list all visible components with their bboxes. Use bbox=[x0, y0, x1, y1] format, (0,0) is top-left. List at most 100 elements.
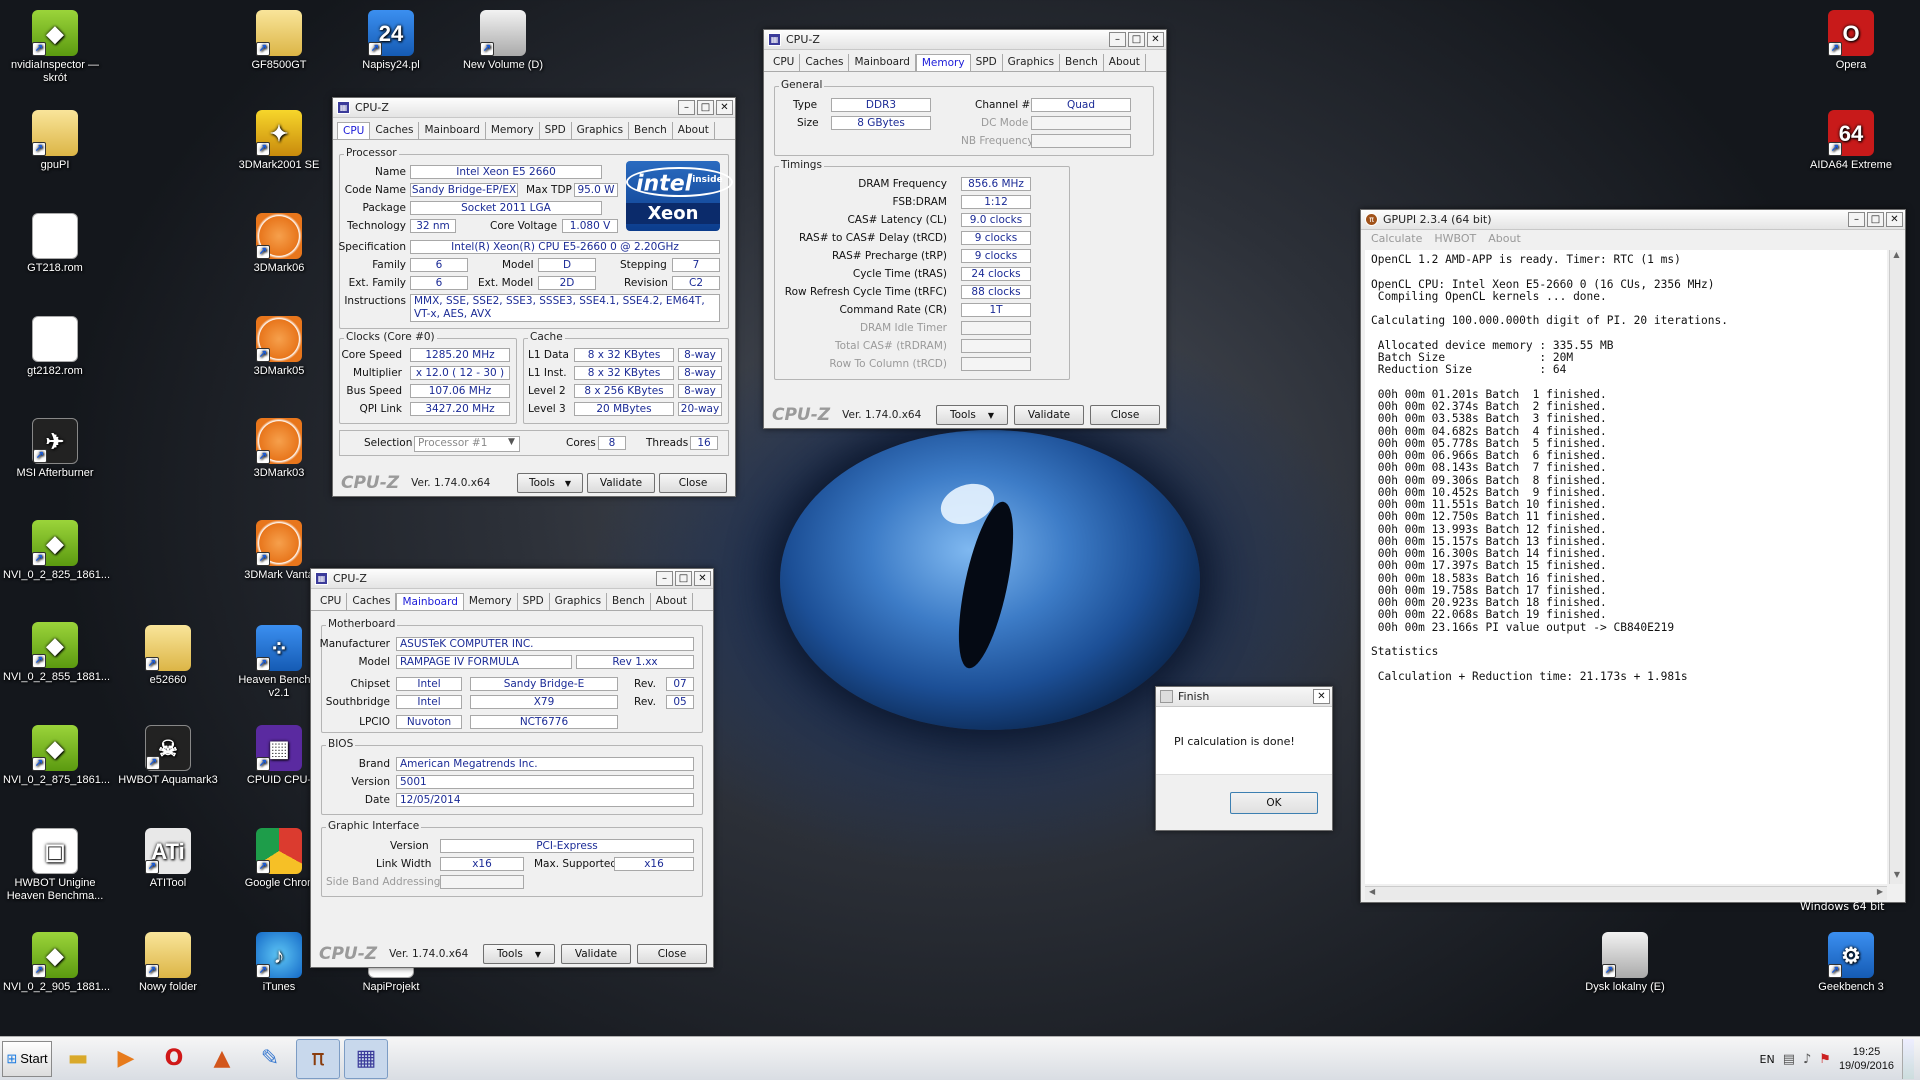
taskbar-paint[interactable]: ✎ bbox=[248, 1039, 292, 1079]
tools-button[interactable]: Tools ▼ bbox=[936, 405, 1008, 425]
tab-bench[interactable]: Bench bbox=[607, 593, 651, 610]
action-center-icon[interactable]: ⚑ bbox=[1819, 1052, 1831, 1067]
validate-button[interactable]: Validate bbox=[587, 473, 655, 493]
tab-cpu[interactable]: CPU bbox=[315, 593, 348, 610]
tab-about[interactable]: About bbox=[673, 122, 715, 139]
tab-caches[interactable]: Caches bbox=[347, 593, 397, 610]
close-window-button[interactable]: ✕ bbox=[694, 571, 711, 586]
tab-cpu[interactable]: CPU bbox=[337, 122, 371, 139]
network-icon[interactable]: ▤ bbox=[1783, 1052, 1795, 1067]
desktop-icon-hwbot-unigine[interactable]: ▣ HWBOT Unigine Heaven Benchma... bbox=[3, 828, 107, 903]
minimize-button[interactable]: – bbox=[656, 571, 673, 586]
maximize-button[interactable]: □ bbox=[697, 100, 714, 115]
desktop-icon-nvi-855[interactable]: ◆ ↗ NVI_0_2_855_1881... bbox=[3, 622, 110, 684]
tab-mainboard[interactable]: Mainboard bbox=[419, 122, 486, 139]
desktop-icon-gt218[interactable]: GT218.rom bbox=[3, 213, 107, 275]
desktop-icon-nvi-825[interactable]: ◆ ↗ NVI_0_2_825_1861... bbox=[3, 520, 110, 582]
desktop-icon-gpupi[interactable]: ↗ gpuPI bbox=[3, 110, 107, 172]
titlebar[interactable]: π GPUPI 2.3.4 (64 bit) – □ ✕ bbox=[1361, 210, 1905, 230]
tab-bench[interactable]: Bench bbox=[1060, 54, 1104, 71]
taskbar-explorer[interactable]: ▬ bbox=[56, 1039, 100, 1079]
desktop-icon-new-volume[interactable]: ↗ New Volume (D) bbox=[451, 10, 555, 72]
desktop-icon-3dmark2001[interactable]: ✦ ↗ 3DMark2001 SE bbox=[227, 110, 331, 172]
tools-button[interactable]: Tools ▼ bbox=[483, 944, 555, 964]
desktop-icon-nvi-905[interactable]: ◆ ↗ NVI_0_2_905_1881... bbox=[3, 932, 110, 994]
close-window-button[interactable]: ✕ bbox=[1886, 212, 1903, 227]
desktop-icon-geekbench[interactable]: ⚙ ↗ Geekbench 3 bbox=[1799, 932, 1903, 994]
validate-button[interactable]: Validate bbox=[561, 944, 631, 964]
desktop-icon-gf8500gt[interactable]: ↗ GF8500GT bbox=[227, 10, 331, 72]
desktop-icon-gt2182[interactable]: gt2182.rom bbox=[3, 316, 107, 378]
scroll-up-arrow[interactable]: ▲ bbox=[1890, 250, 1903, 264]
horizontal-scrollbar[interactable]: ◀ ▶ bbox=[1365, 886, 1887, 900]
close-window-button[interactable]: ✕ bbox=[716, 100, 733, 115]
desktop-icon-nvidia-inspector[interactable]: ◆ ↗ nvidiaInspector — skrót bbox=[3, 10, 107, 85]
menu-calculate[interactable]: Calculate bbox=[1371, 232, 1422, 246]
titlebar[interactable]: ▦ CPU-Z – □ ✕ bbox=[333, 98, 735, 118]
close-window-button[interactable]: ✕ bbox=[1147, 32, 1164, 47]
processor-select[interactable]: Processor #1 bbox=[414, 436, 520, 452]
close-window-button[interactable]: ✕ bbox=[1313, 689, 1330, 704]
menu-hwbot[interactable]: HWBOT bbox=[1434, 232, 1476, 246]
tab-caches[interactable]: Caches bbox=[800, 54, 850, 71]
desktop-icon-napisy24[interactable]: 24 ↗ Napisy24.pl bbox=[339, 10, 443, 72]
start-button[interactable]: ⊞ Start bbox=[2, 1040, 52, 1077]
clock[interactable]: 19:25 19/09/2016 bbox=[1839, 1045, 1894, 1073]
minimize-button[interactable]: – bbox=[1848, 212, 1865, 227]
tab-about[interactable]: About bbox=[1104, 54, 1146, 71]
maximize-button[interactable]: □ bbox=[1867, 212, 1884, 227]
volume-icon[interactable]: ♪ bbox=[1803, 1052, 1811, 1067]
desktop-icon-e52660[interactable]: ↗ e52660 bbox=[116, 625, 220, 687]
tab-graphics[interactable]: Graphics bbox=[572, 122, 630, 139]
menu-about[interactable]: About bbox=[1488, 232, 1521, 246]
desktop-icon-3dmark06[interactable]: ↗ 3DMark06 bbox=[227, 213, 331, 275]
titlebar[interactable]: ▦ CPU-Z – □ ✕ bbox=[764, 30, 1166, 50]
tab-spd[interactable]: SPD bbox=[540, 122, 572, 139]
desktop-icon-atitool[interactable]: ATi ↗ ATITool bbox=[116, 828, 220, 890]
validate-button[interactable]: Validate bbox=[1014, 405, 1084, 425]
desktop-icon-hwbot-aquamark[interactable]: ☠ ↗ HWBOT Aquamark3 bbox=[116, 725, 220, 787]
taskbar-matlab[interactable]: ▲ bbox=[200, 1039, 244, 1079]
tab-spd[interactable]: SPD bbox=[971, 54, 1003, 71]
taskbar-opera[interactable]: O bbox=[152, 1039, 196, 1079]
taskbar-cpuz[interactable]: ▦ bbox=[344, 1038, 388, 1079]
desktop-icon-nowy-folder[interactable]: ↗ Nowy folder bbox=[116, 932, 220, 994]
tab-memory[interactable]: Memory bbox=[486, 122, 540, 139]
tab-memory[interactable]: Memory bbox=[464, 593, 518, 610]
tab-mainboard[interactable]: Mainboard bbox=[396, 593, 464, 610]
vertical-scrollbar[interactable]: ▲ ▼ bbox=[1889, 250, 1903, 884]
desktop-icon-3dmark05[interactable]: ↗ 3DMark05 bbox=[227, 316, 331, 378]
scroll-left-arrow[interactable]: ◀ bbox=[1369, 887, 1375, 896]
maximize-button[interactable]: □ bbox=[675, 571, 692, 586]
tab-graphics[interactable]: Graphics bbox=[550, 593, 608, 610]
titlebar[interactable]: Finish ✕ bbox=[1156, 687, 1332, 707]
desktop-icon-aida64[interactable]: 64 ↗ AIDA64 Extreme bbox=[1799, 110, 1903, 172]
show-desktop-button[interactable] bbox=[1902, 1039, 1914, 1079]
close-button[interactable]: Close bbox=[637, 944, 707, 964]
minimize-button[interactable]: – bbox=[678, 100, 695, 115]
language-indicator[interactable]: EN bbox=[1760, 1053, 1775, 1066]
tools-button[interactable]: Tools ▼ bbox=[517, 473, 583, 493]
desktop-icon-opera[interactable]: O ↗ Opera bbox=[1799, 10, 1903, 72]
desktop-icon-dysk-lokalny[interactable]: ↗ Dysk lokalny (E) bbox=[1573, 932, 1677, 994]
tab-graphics[interactable]: Graphics bbox=[1003, 54, 1061, 71]
taskbar-media-player[interactable]: ▶ bbox=[104, 1039, 148, 1079]
ok-button[interactable]: OK bbox=[1230, 792, 1318, 814]
tab-about[interactable]: About bbox=[651, 593, 693, 610]
tab-caches[interactable]: Caches bbox=[370, 122, 420, 139]
minimize-button[interactable]: – bbox=[1109, 32, 1126, 47]
tab-memory[interactable]: Memory bbox=[915, 54, 971, 71]
taskbar-gpupi[interactable]: π bbox=[296, 1038, 340, 1079]
close-button[interactable]: Close bbox=[1090, 405, 1160, 425]
desktop-icon-nvi-875[interactable]: ◆ ↗ NVI_0_2_875_1861... bbox=[3, 725, 110, 787]
close-button[interactable]: Close bbox=[659, 473, 727, 493]
tab-bench[interactable]: Bench bbox=[629, 122, 673, 139]
tab-mainboard[interactable]: Mainboard bbox=[849, 54, 916, 71]
tab-spd[interactable]: SPD bbox=[518, 593, 550, 610]
titlebar[interactable]: ▦ CPU-Z – □ ✕ bbox=[311, 569, 713, 589]
scroll-right-arrow[interactable]: ▶ bbox=[1877, 887, 1883, 896]
scroll-down-arrow[interactable]: ▼ bbox=[1890, 870, 1904, 884]
output-console[interactable]: OpenCL 1.2 AMD-APP is ready. Timer: RTC … bbox=[1365, 250, 1887, 884]
desktop-icon-msi-afterburner[interactable]: ✈ ↗ MSI Afterburner bbox=[3, 418, 107, 480]
maximize-button[interactable]: □ bbox=[1128, 32, 1145, 47]
